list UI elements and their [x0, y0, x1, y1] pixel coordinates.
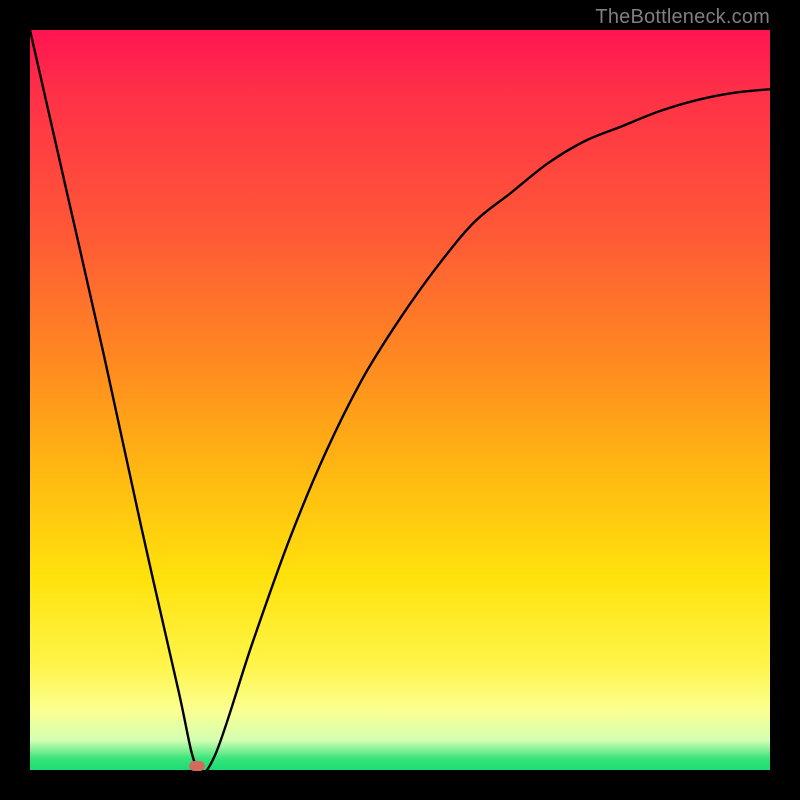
chart-frame: TheBottleneck.com [0, 0, 800, 800]
bottleneck-curve [30, 30, 770, 770]
plot-area [30, 30, 770, 770]
curve-path [30, 30, 770, 773]
minimum-marker [189, 761, 205, 771]
attribution-text: TheBottleneck.com [595, 6, 770, 29]
